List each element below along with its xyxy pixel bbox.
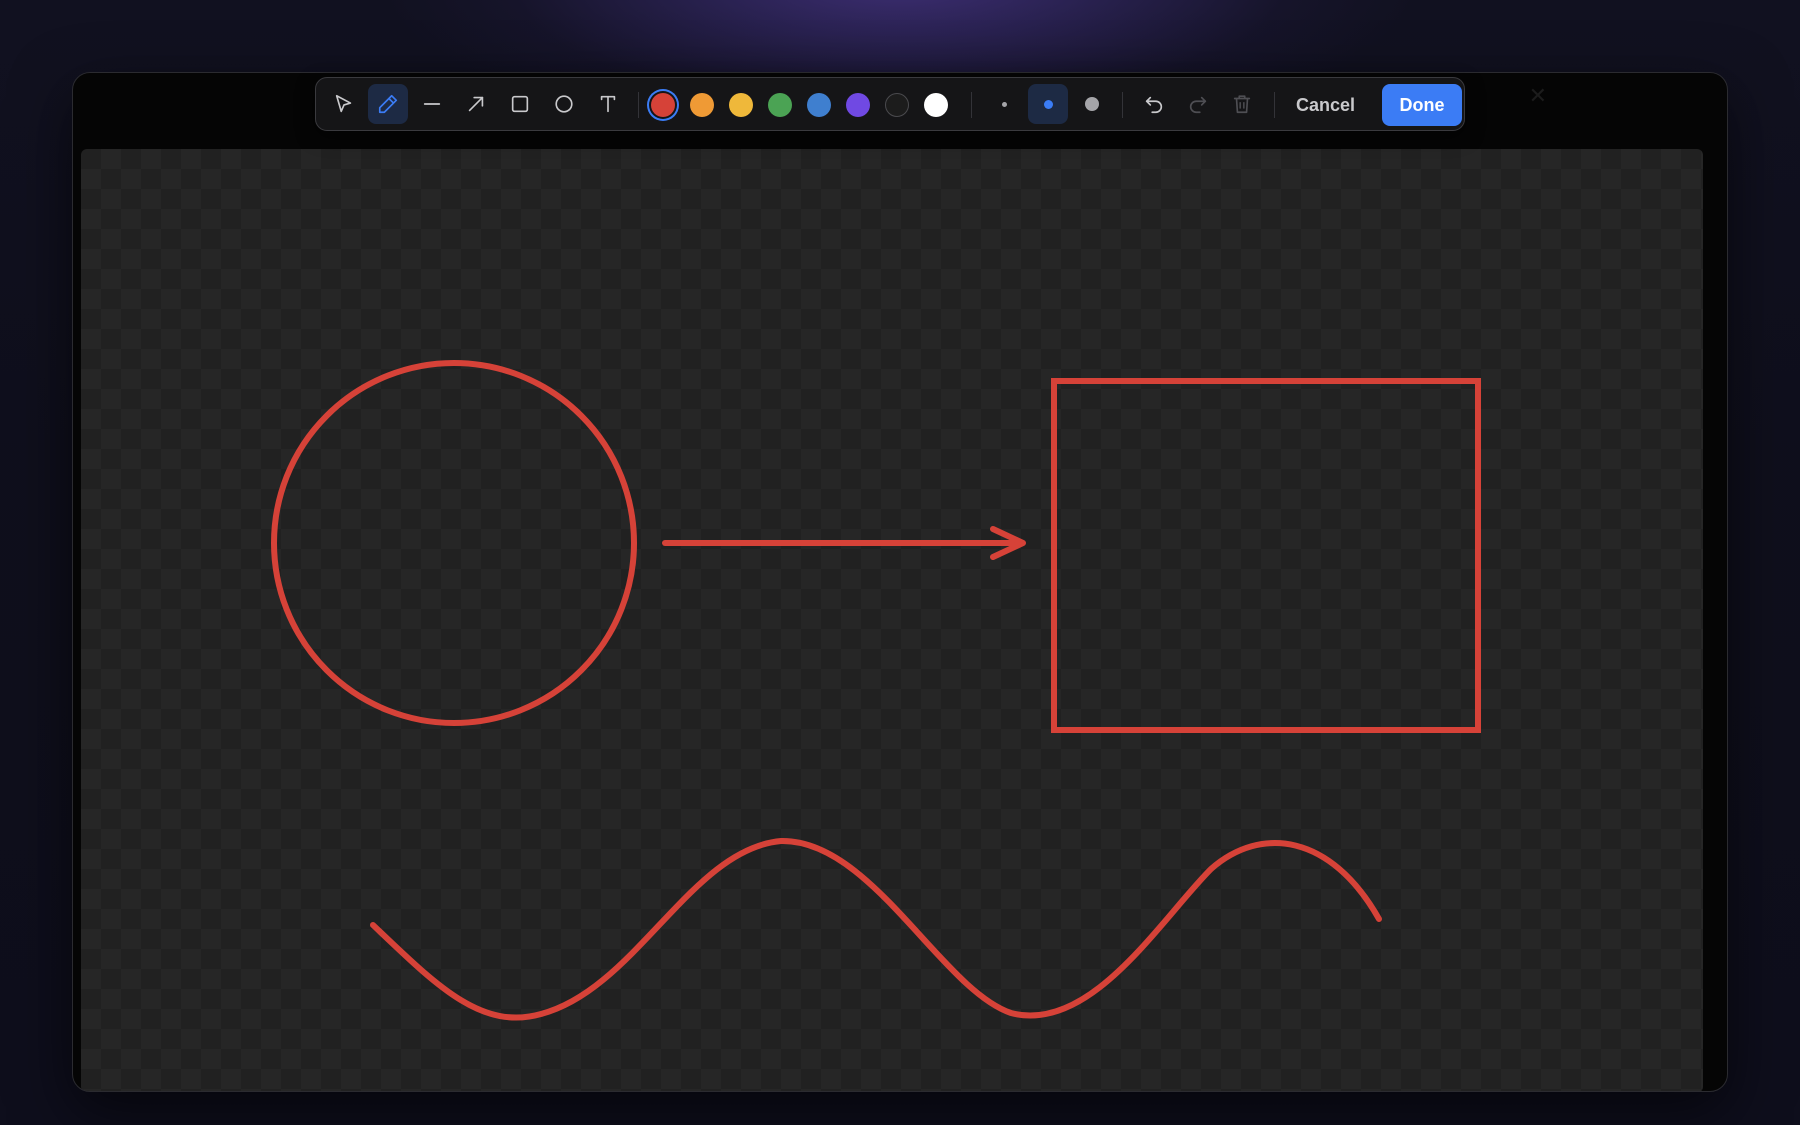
color-swatch-orange[interactable] bbox=[690, 93, 714, 117]
stroke-size-large-button[interactable] bbox=[1072, 84, 1112, 124]
cursor-arrow-icon bbox=[335, 94, 352, 113]
stroke-size-small-button[interactable] bbox=[984, 84, 1024, 124]
drawing-canvas[interactable] bbox=[81, 149, 1703, 1091]
ellipse-tool-button[interactable] bbox=[544, 84, 584, 124]
color-swatch-red[interactable] bbox=[651, 93, 675, 117]
trash-icon bbox=[1233, 95, 1251, 114]
close-icon[interactable]: ✕ bbox=[1529, 83, 1547, 109]
toolbar-divider bbox=[1274, 92, 1275, 118]
medium-dot-icon bbox=[1043, 99, 1053, 109]
small-dot-icon bbox=[1001, 101, 1007, 107]
drawn-arrow[interactable] bbox=[662, 526, 1026, 560]
arrow-tool-button[interactable] bbox=[456, 84, 496, 124]
large-dot-icon bbox=[1085, 97, 1099, 111]
drawn-freehand-wave[interactable] bbox=[370, 837, 1382, 1021]
arrow-icon bbox=[468, 96, 484, 112]
line-tool-button[interactable] bbox=[412, 84, 452, 124]
text-icon bbox=[600, 95, 616, 113]
rectangle-tool-button[interactable] bbox=[500, 84, 540, 124]
select-tool-button[interactable] bbox=[324, 84, 364, 124]
circle-icon bbox=[555, 95, 573, 113]
drawn-rectangle[interactable] bbox=[1051, 378, 1481, 733]
color-swatch-purple[interactable] bbox=[846, 93, 870, 117]
toolbar-divider bbox=[638, 92, 639, 118]
annotation-window: ✕ bbox=[72, 72, 1728, 1092]
line-icon bbox=[423, 103, 441, 105]
redo-button[interactable] bbox=[1178, 84, 1218, 124]
redo-icon bbox=[1189, 96, 1207, 114]
delete-button[interactable] bbox=[1222, 84, 1262, 124]
pen-icon bbox=[378, 94, 398, 114]
color-swatch-black[interactable] bbox=[885, 93, 909, 117]
color-swatch-yellow[interactable] bbox=[729, 93, 753, 117]
rectangle-icon bbox=[511, 95, 529, 113]
toolbar-divider bbox=[971, 92, 972, 118]
undo-button[interactable] bbox=[1134, 84, 1174, 124]
cancel-button[interactable]: Cancel bbox=[1288, 86, 1363, 124]
stroke-size-medium-button[interactable] bbox=[1028, 84, 1068, 124]
done-button[interactable]: Done bbox=[1382, 84, 1462, 126]
color-swatch-green[interactable] bbox=[768, 93, 792, 117]
color-swatch-blue[interactable] bbox=[807, 93, 831, 117]
color-swatch-white[interactable] bbox=[924, 93, 948, 117]
annotation-layer bbox=[271, 360, 1481, 1021]
toolbar-divider bbox=[1122, 92, 1123, 118]
drawn-circle[interactable] bbox=[271, 360, 637, 726]
pen-tool-button[interactable] bbox=[368, 84, 408, 124]
undo-icon bbox=[1145, 96, 1163, 114]
annotation-toolbar: Cancel Done bbox=[315, 77, 1465, 131]
text-tool-button[interactable] bbox=[588, 84, 628, 124]
